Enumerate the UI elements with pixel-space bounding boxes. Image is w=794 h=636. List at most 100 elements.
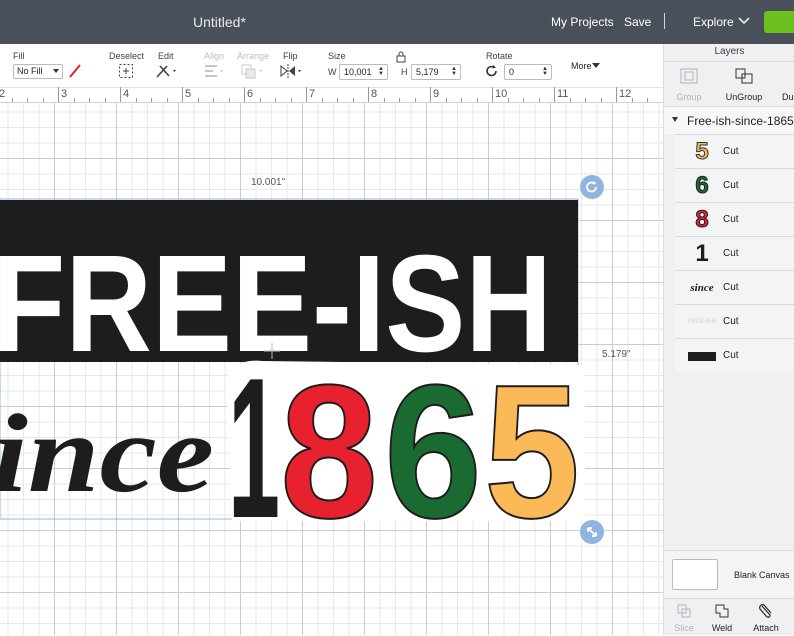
deselect-icon[interactable] — [118, 63, 134, 79]
design-digit-8: 8 — [280, 346, 378, 558]
layer-item[interactable]: since Cut — [675, 270, 794, 304]
layer-thumbnail: 5 — [695, 138, 709, 166]
edit-label: Edit — [158, 51, 174, 61]
flip-icon[interactable] — [279, 63, 305, 79]
layer-group-name: Free-ish-since-1865 — [687, 114, 794, 128]
ruler-tick-mark — [492, 87, 493, 102]
design-digit-6: 6 — [384, 346, 482, 558]
ruler-tick-mark — [228, 98, 230, 102]
ruler-tick-mark — [27, 98, 28, 102]
ruler-tick-label: 5 — [185, 88, 192, 100]
design-since-text: ince — [0, 392, 214, 516]
height-label: H — [401, 67, 408, 77]
layer-item[interactable]: 8 Cut — [675, 202, 794, 236]
my-projects-link[interactable]: My Projects — [551, 15, 614, 29]
blank-canvas-swatch[interactable] — [672, 559, 718, 590]
more-menu[interactable]: More — [571, 61, 592, 71]
fill-label: Fill — [13, 51, 25, 61]
ruler-tick-mark — [182, 87, 183, 102]
save-button[interactable]: Save — [624, 15, 651, 29]
ruler-tick-mark — [368, 87, 369, 102]
ungroup-button[interactable]: UnGroup — [722, 64, 766, 104]
ruler-tick-mark — [321, 98, 323, 102]
width-input[interactable]: 10,001 ▲ ▼ — [339, 64, 388, 80]
chevron-down-icon[interactable] — [672, 117, 678, 122]
ruler-tick-mark — [275, 98, 276, 102]
ruler-tick-label: 10 — [495, 88, 508, 100]
make-it-button[interactable] — [764, 11, 794, 33]
flip-label: Flip — [283, 51, 298, 61]
height-input[interactable]: 5,179 ▲ ▼ — [411, 64, 461, 80]
explore-menu[interactable]: Explore — [693, 15, 734, 29]
ruler-tick-mark — [461, 98, 462, 102]
ruler-tick-mark — [151, 98, 152, 102]
chevron-down-icon[interactable] — [738, 16, 750, 26]
layer-item[interactable]: Cut — [675, 338, 794, 372]
caret-down-icon — [592, 63, 600, 68]
layer-thumbnail: 1 — [695, 240, 709, 267]
ruler-tick-label: 9 — [433, 88, 440, 100]
arrange-icon — [241, 64, 262, 79]
rotate-icon[interactable] — [485, 64, 499, 78]
ruler-tick-mark — [166, 98, 168, 102]
ruler-tick-mark — [383, 98, 385, 102]
align-icon — [205, 65, 223, 77]
layer-group-row[interactable]: Free-ish-since-1865 — [664, 106, 794, 134]
group-label: Group — [676, 92, 702, 102]
edit-toolbar: Fill No Fill Deselect Edit Align Arrange… — [0, 44, 663, 88]
slice-icon — [677, 604, 691, 618]
layer-label: Cut — [723, 316, 739, 327]
rotate-stepper-icon[interactable]: ▲ ▼ — [542, 66, 548, 77]
ruler-tick-label: 3 — [61, 88, 68, 100]
ruler-tick-mark — [337, 98, 338, 102]
weld-label: Weld — [711, 623, 733, 633]
ruler-tick-mark — [616, 87, 617, 102]
no-fill-color-icon[interactable] — [67, 63, 83, 79]
project-title: Untitled* — [193, 14, 246, 30]
ruler-tick-mark — [259, 98, 261, 102]
layers-bottom-toolbar: Slice Weld Attach — [664, 598, 794, 635]
ruler-tick-mark — [569, 98, 571, 102]
ungroup-icon — [735, 68, 753, 84]
group-button: Group — [672, 64, 706, 104]
ruler-tick-mark — [538, 98, 540, 102]
lock-icon[interactable] — [396, 51, 406, 63]
layer-thumbnail: FREE-ISH — [687, 319, 716, 325]
layer-item[interactable]: 1 Cut — [675, 236, 794, 270]
blank-canvas-row[interactable]: Blank Canvas — [664, 550, 794, 598]
ruler-tick-mark — [523, 98, 524, 102]
ruler-tick-mark — [104, 98, 106, 102]
edit-tools-icon[interactable] — [155, 63, 179, 79]
ruler-tick-label: 12 — [619, 88, 632, 100]
layer-item[interactable]: FREE-ISH Cut — [675, 304, 794, 338]
layer-item[interactable]: 5 Cut — [675, 134, 794, 168]
attach-button[interactable]: Attach — [746, 599, 786, 636]
layer-thumbnail: 8 — [695, 206, 709, 234]
ruler-tick-label: 7 — [309, 88, 316, 100]
height-stepper-icon[interactable]: ▲ ▼ — [451, 66, 457, 77]
height-value: 5,179 — [416, 67, 439, 77]
ruler-tick-mark — [244, 87, 245, 102]
width-stepper-icon[interactable]: ▲ ▼ — [378, 66, 384, 77]
ruler-tick-mark — [414, 98, 416, 102]
ruler-tick-mark — [197, 98, 199, 102]
selected-design[interactable]: FREE-ISH ince 1 8 6 5 — [0, 103, 663, 635]
top-header: Untitled* My Projects Save Explore — [0, 0, 794, 44]
weld-icon — [715, 604, 729, 618]
ruler-tick-mark — [585, 98, 586, 102]
caret-down-icon — [53, 69, 59, 73]
ruler-tick-mark — [213, 98, 214, 102]
fill-select[interactable]: No Fill — [13, 64, 63, 79]
design-canvas[interactable]: 10.001" 5.179" FREE-ISH ince 1 8 6 5 — [0, 103, 663, 635]
rotate-input[interactable]: 0 ▲ ▼ — [504, 64, 552, 80]
layers-title: Layers — [664, 44, 794, 62]
blank-canvas-label: Blank Canvas — [734, 570, 790, 580]
layer-item[interactable]: 6 Cut — [675, 168, 794, 202]
width-value: 10,001 — [344, 67, 372, 77]
ruler-tick-mark — [290, 98, 292, 102]
duplicate-button[interactable]: Du — [782, 64, 794, 104]
ruler-tick-mark — [476, 98, 478, 102]
ruler-tick-mark — [631, 98, 633, 102]
weld-button[interactable]: Weld — [702, 599, 742, 636]
ruler-tick-mark — [120, 87, 121, 102]
